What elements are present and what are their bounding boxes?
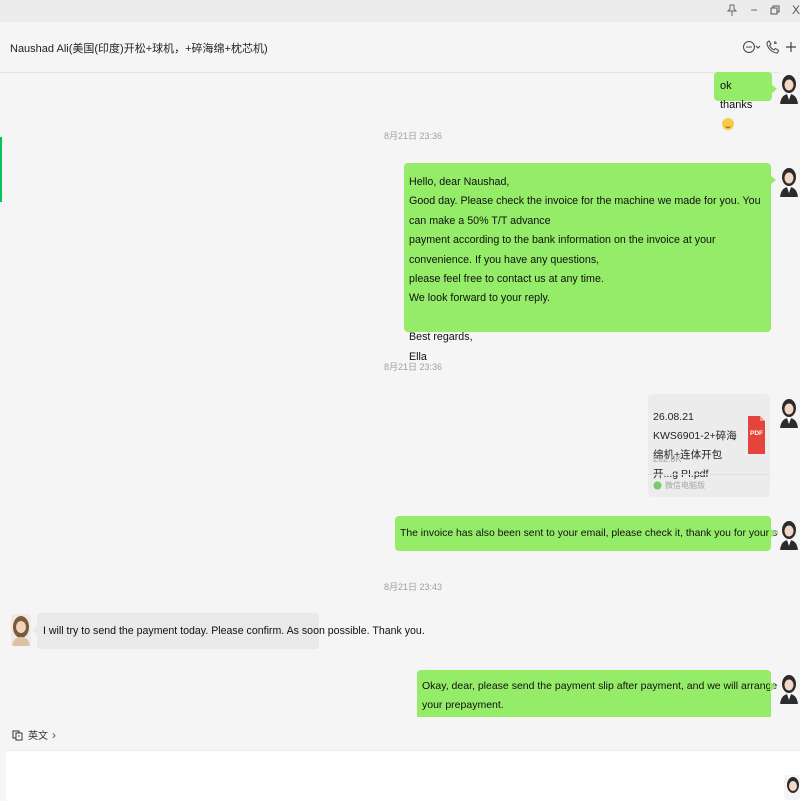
- close-button[interactable]: X: [786, 1, 800, 19]
- message-line: [409, 309, 766, 328]
- chat-header: Naushad Ali(美国(印度)开松+球机，+碎海绵+枕芯机): [0, 22, 800, 73]
- message-bubble-outgoing[interactable]: Okay, dear, please send the payment slip…: [417, 670, 800, 717]
- chevron-right-icon: ›: [52, 727, 56, 742]
- translate-icon: [12, 730, 23, 740]
- message-line: payment according to the bank informatio…: [409, 234, 716, 266]
- message-timestamp: 8月21日 23:43: [384, 582, 443, 592]
- message-bubble-outgoing[interactable]: Hello, dear Naushad, Good day. Please ch…: [404, 163, 776, 363]
- file-card-divider: [648, 474, 770, 475]
- restore-button[interactable]: [765, 1, 785, 19]
- voice-call-icon[interactable]: [766, 38, 780, 56]
- message-text: I will try to send the payment today. Pl…: [43, 625, 425, 637]
- message-bubble-outgoing[interactable]: The invoice has also been sent to your e…: [395, 516, 800, 551]
- avatar-self[interactable]: [778, 672, 800, 704]
- file-name-line: 绵机+连体开包开...g PI.pdf: [653, 449, 723, 480]
- message-list[interactable]: ok thanks 8月21日 23:36 Hello, dear Nausha…: [0, 72, 800, 717]
- input-toolbar: 英文 ›: [0, 722, 800, 750]
- avatar-self[interactable]: [778, 518, 800, 550]
- message-text: The invoice has also been sent to your e…: [400, 528, 800, 539]
- message-line: Ella: [409, 350, 427, 363]
- translate-language-label: 英文: [28, 731, 48, 742]
- message-line: Best regards,: [409, 331, 473, 344]
- message-text: ok thanks: [720, 80, 753, 112]
- avatar-contact[interactable]: [11, 614, 31, 646]
- file-source-label: 微信电脑版: [665, 481, 705, 490]
- message-line: Hello, dear Naushad,: [409, 176, 510, 188]
- message-line: please feel free to contact us at any ti…: [409, 273, 604, 286]
- message-input[interactable]: [6, 750, 800, 801]
- file-name: 26.08.21 KWS6901-2+碎海 绵机+连体开包开...g PI.pd…: [653, 408, 741, 484]
- message-line: We look forward to your reply.: [409, 292, 550, 305]
- message-timestamp: 8月21日 23:36: [384, 131, 443, 141]
- message-line: your prepayment.: [422, 699, 504, 711]
- chat-more-icon[interactable]: [742, 38, 762, 56]
- message-timestamp: 8月21日 23:36: [384, 362, 443, 372]
- translate-language-toggle[interactable]: 英文 ›: [12, 727, 56, 742]
- add-member-icon[interactable]: [784, 38, 798, 56]
- file-message-card[interactable]: 26.08.21 KWS6901-2+碎海 绵机+连体开包开...g PI.pd…: [648, 394, 770, 497]
- message-line: Good day. Please check the invoice for t…: [409, 195, 761, 227]
- message-line: Okay, dear, please send the payment slip…: [422, 680, 800, 692]
- wechat-logo-icon: [653, 481, 662, 490]
- emoji-smile-icon: [722, 117, 734, 130]
- pin-icon[interactable]: [722, 1, 742, 19]
- pdf-file-icon: PDF: [748, 416, 765, 459]
- avatar-self[interactable]: [784, 775, 800, 800]
- avatar-self[interactable]: [778, 396, 800, 428]
- pdf-badge-label: PDF: [750, 430, 763, 437]
- minimize-button[interactable]: −: [744, 1, 764, 19]
- chat-title: Naushad Ali(美国(印度)开松+球机，+碎海绵+枕芯机): [10, 43, 268, 55]
- window-titlebar: − X: [0, 0, 800, 22]
- message-bubble-incoming[interactable]: I will try to send the payment today. Pl…: [32, 613, 425, 649]
- file-source: 微信电脑版: [653, 480, 705, 491]
- avatar-self[interactable]: [778, 165, 800, 197]
- file-name-line: 26.08.21 KWS6901-2+碎海: [653, 411, 737, 442]
- avatar-self[interactable]: [778, 72, 800, 104]
- message-bubble-outgoing[interactable]: ok thanks: [714, 72, 777, 130]
- file-size: 262.8K: [653, 454, 682, 464]
